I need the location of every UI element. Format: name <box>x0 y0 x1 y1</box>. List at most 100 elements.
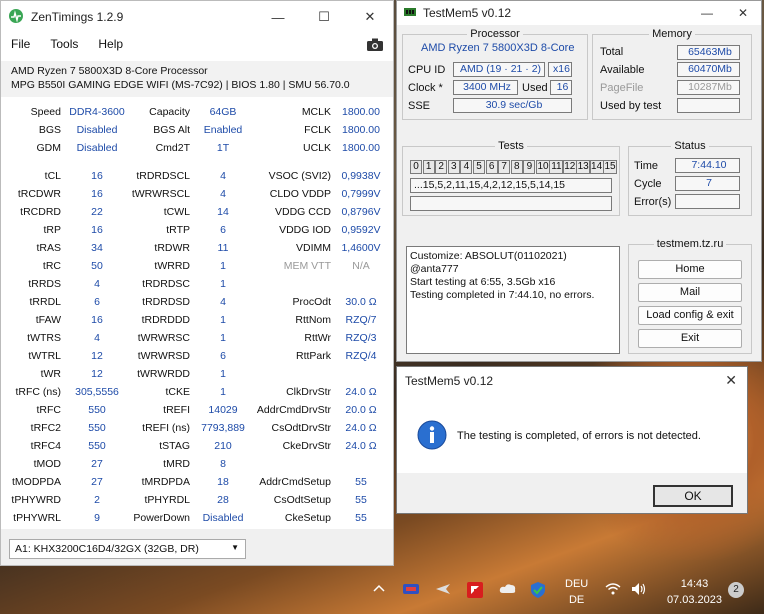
testmem-minimize-button[interactable]: — <box>689 1 725 25</box>
test-number-cell: 11 <box>549 160 564 174</box>
timing-label: RttPark <box>295 350 331 362</box>
taskbar-tray: DEU DE 14:43 07.03.2023 2 <box>355 566 764 614</box>
total-value: 65463Mb <box>677 45 740 60</box>
cloud-icon[interactable] <box>499 582 517 597</box>
timing-value: 1 <box>220 260 226 272</box>
timing-value: 14029 <box>208 404 238 416</box>
app-tray-icon[interactable] <box>403 582 419 599</box>
load-config-exit-button[interactable]: Load config & exit <box>638 306 742 325</box>
timing-row: tRCDRD 22 tCWL 14 VDDG CCD 0,8796V <box>1 204 393 222</box>
timing-row: Speed DDR4-3600 Capacity 64GB MCLK 1800.00 <box>1 104 393 122</box>
timing-label: CLDO VDDP <box>269 188 331 200</box>
test-number-cell: 3 <box>447 160 460 174</box>
timing-value: 4 <box>94 278 100 290</box>
title-bar[interactable]: ZenTimings 1.2.9 — ☐ ✕ <box>1 1 393 33</box>
test-number-cell: 0 <box>410 160 422 174</box>
timing-value: 6 <box>220 224 226 236</box>
mail-button[interactable]: Mail <box>638 283 742 302</box>
zentimings-logo-icon <box>9 8 23 26</box>
timing-row: tRC 50 tWRRD 1 MEM VTT N/A <box>1 258 393 276</box>
timing-label: tWRWRSD <box>137 350 190 362</box>
timing-label: VDIMM <box>296 242 331 254</box>
log-output[interactable]: Customize: ABSOLUT(01102021) @anta777 St… <box>406 246 620 354</box>
timing-label: UCLK <box>302 142 331 154</box>
volume-icon[interactable] <box>631 582 647 599</box>
language-indicator[interactable]: DEU DE <box>565 576 588 608</box>
timing-label: BGS Alt <box>153 124 190 136</box>
timing-label: VDDG IOD <box>279 224 331 236</box>
airplane-icon[interactable] <box>435 582 451 599</box>
cycle-value: 7 <box>675 176 740 191</box>
testmem-close-button[interactable]: ✕ <box>725 1 761 25</box>
timing-value: 12 <box>91 368 103 380</box>
available-label: Available <box>600 64 645 76</box>
timing-value: 50 <box>91 260 103 272</box>
exit-button[interactable]: Exit <box>638 329 742 348</box>
defender-shield-icon[interactable] <box>531 582 545 601</box>
timing-row: tWTRL 12 tWRWRSD 6 RttPark RZQ/4 <box>1 348 393 366</box>
timing-value: 1800.00 <box>342 106 380 118</box>
menu-help[interactable]: Help <box>98 37 123 51</box>
timing-value: 24.0 Ω <box>345 422 377 434</box>
timing-value: 9 <box>94 512 100 524</box>
timing-row: tRFC2 550 tREFI (ns) 7793,889 CsOdtDrvStr 24.… <box>1 420 393 438</box>
show-hidden-icons-chevron-icon[interactable] <box>373 582 385 596</box>
timing-value: 550 <box>88 440 106 452</box>
used-by-test-label: Used by test <box>600 100 662 112</box>
close-button[interactable]: ✕ <box>347 1 393 33</box>
clock[interactable]: 14:43 07.03.2023 <box>667 576 722 608</box>
test-sequence: ...15,5,2,11,15,4,2,12,15,5,14,15 <box>410 178 612 193</box>
timing-row: tMODPDA 27 tMRDPDA 18 AddrCmdSetup 55 <box>1 474 393 492</box>
module-select[interactable]: A1: KHX3200C16D4/32GX (32GB, DR) ▼ <box>9 539 246 559</box>
timing-value: 11 <box>217 242 229 254</box>
timing-label: MCLK <box>301 106 331 118</box>
timing-label: tRFC (ns) <box>15 386 62 398</box>
timing-value: Disabled <box>76 142 118 154</box>
menu-tools[interactable]: Tools <box>50 37 78 51</box>
timing-row: tWTRS 4 tWRWRSC 1 RttWr RZQ/3 <box>1 330 393 348</box>
timing-value: 55 <box>355 512 367 524</box>
timing-label: tRDRDSC <box>142 278 190 290</box>
timing-value: 0,8796V <box>341 206 381 218</box>
timing-value: Disabled <box>202 512 244 524</box>
timing-value: DDR4-3600 <box>69 106 125 118</box>
module-select-value: A1: KHX3200C16D4/32GX (32GB, DR) <box>15 543 199 555</box>
dialog-title-bar[interactable]: TestMem5 v0.12 <box>397 367 747 395</box>
timing-label: tRFC4 <box>30 440 61 452</box>
timing-value: 22 <box>91 206 103 218</box>
timing-label: tREFI <box>163 404 190 416</box>
notification-badge[interactable]: 2 <box>728 582 744 598</box>
dialog-close-button[interactable]: ✕ <box>725 372 737 389</box>
testmem-logo-icon <box>403 6 417 21</box>
used-by-test-value <box>677 98 740 113</box>
ok-button[interactable]: OK <box>653 485 733 507</box>
menu-file[interactable]: File <box>11 37 30 51</box>
timing-value: N/A <box>352 260 370 272</box>
chevron-down-icon: ▼ <box>231 543 239 552</box>
testmem-title-bar[interactable]: TestMem5 v0.12 — ✕ <box>397 1 761 25</box>
minimize-button[interactable]: — <box>255 1 301 33</box>
maximize-button[interactable]: ☐ <box>301 1 347 33</box>
timing-value: 28 <box>217 494 229 506</box>
amd-software-icon[interactable] <box>467 582 483 601</box>
timing-label: tRP <box>43 224 61 236</box>
timing-label: tMODPDA <box>11 476 61 488</box>
clock-label: Clock * <box>408 82 443 94</box>
timing-value: 1 <box>220 314 226 326</box>
errors-label: Error(s) <box>634 196 672 208</box>
timing-label: tWRWRSC <box>137 332 190 344</box>
test-number-cell: 13 <box>576 160 591 174</box>
used-label: Used <box>522 82 548 94</box>
screenshot-camera-icon[interactable] <box>367 38 383 54</box>
timing-value: 64GB <box>209 106 237 118</box>
clock-time: 14:43 <box>680 578 709 590</box>
timing-value: 7793,889 <box>201 422 245 434</box>
timing-label: tMRDPDA <box>141 476 190 488</box>
home-button[interactable]: Home <box>638 260 742 279</box>
wifi-icon[interactable] <box>605 582 621 598</box>
timing-row: BGS Disabled BGS Alt Enabled FCLK 1800.00 <box>1 122 393 140</box>
keyboard-layout: DE <box>568 594 585 606</box>
timing-value: 550 <box>88 404 106 416</box>
timing-value: 16 <box>91 170 103 182</box>
timing-label: AddrCmdSetup <box>259 476 331 488</box>
